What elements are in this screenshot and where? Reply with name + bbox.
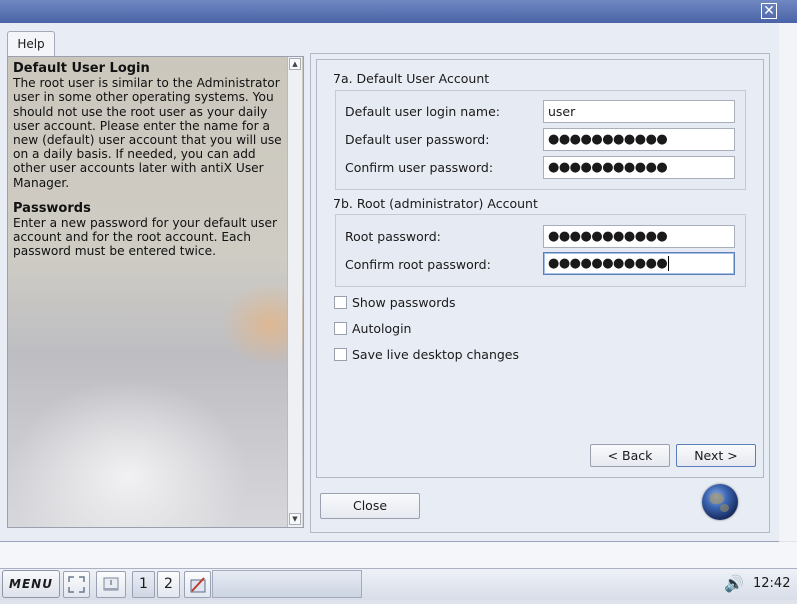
desktop-background [0,542,797,568]
show-passwords-label: Show passwords [352,295,456,310]
help-text: Default User Login The root user is simi… [13,61,289,259]
show-desktop-icon[interactable] [96,571,126,598]
volume-icon[interactable]: 🔊 [724,574,744,594]
autologin-checkbox[interactable] [334,322,347,335]
text-caret [668,256,670,271]
confirm-root-password-value: ●●●●●●●●●●● [548,256,668,271]
workspace-1-button[interactable]: 1 [132,571,155,598]
user-password-label: Default user password: [345,132,490,147]
confirm-root-password-label: Confirm root password: [345,257,491,272]
help-scrollbar[interactable]: ▲ ▼ [287,57,302,527]
help-paragraph: Enter a new password for your default us… [13,216,277,259]
scroll-down-icon[interactable]: ▼ [289,513,301,525]
help-panel: Default User Login The root user is simi… [7,56,304,528]
user-password-input[interactable]: ●●●●●●●●●●● [543,128,735,151]
autologin-label: Autologin [352,321,412,336]
next-button[interactable]: Next > [676,444,756,467]
clock: 12:42 [753,576,791,591]
installer-task-icon[interactable] [184,571,211,598]
confirm-user-password-label: Confirm user password: [345,160,494,175]
fullscreen-icon[interactable] [63,571,90,598]
help-heading: Default User Login [13,61,150,76]
help-heading: Passwords [13,200,91,216]
window-titlebar[interactable] [0,0,797,23]
help-paragraph: The root user is similar to the Administ… [13,76,282,190]
login-name-label: Default user login name: [345,104,500,119]
scroll-up-icon[interactable]: ▲ [289,58,301,70]
save-live-label: Save live desktop changes [352,347,520,362]
login-name-input[interactable]: user [543,100,735,123]
close-button[interactable]: Close [320,493,420,519]
confirm-root-password-input[interactable]: ●●●●●●●●●●● [543,252,735,275]
user-account-title: 7a. Default User Account [333,71,490,86]
workspace-2-button[interactable]: 2 [157,571,180,598]
globe-icon [702,484,738,520]
taskbar-task-list[interactable] [212,570,362,598]
close-icon[interactable]: ✕ [761,3,777,19]
desktop-background-strip [779,23,797,541]
show-passwords-checkbox[interactable] [334,296,347,309]
save-live-checkbox[interactable] [334,348,347,361]
root-account-title: 7b. Root (administrator) Account [333,196,538,211]
tab-help[interactable]: Help [7,31,55,56]
confirm-user-password-input[interactable]: ●●●●●●●●●●● [543,156,735,179]
back-button[interactable]: < Back [590,444,670,467]
root-password-input[interactable]: ●●●●●●●●●●● [543,225,735,248]
root-password-label: Root password: [345,229,441,244]
menu-button[interactable]: MENU [2,570,60,598]
